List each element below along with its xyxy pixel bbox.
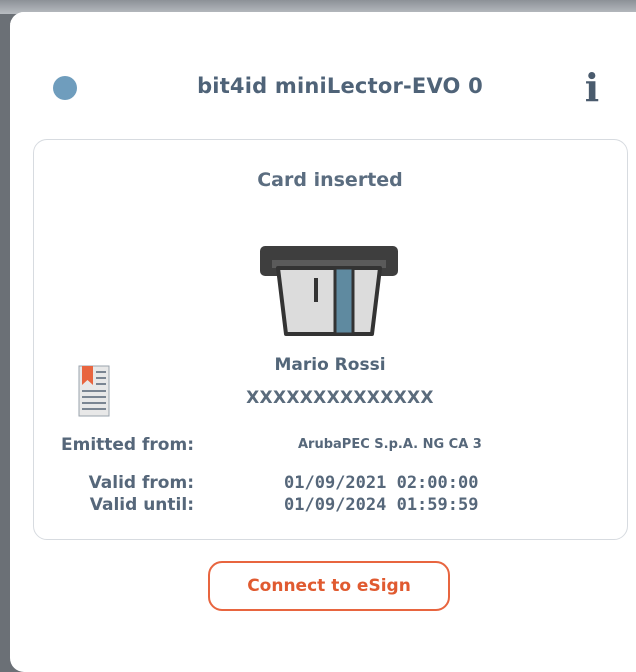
valid-from-value: 01/09/2021 02:00:00 <box>284 473 479 493</box>
card-reader-icon <box>260 246 398 336</box>
valid-until-label: Valid until: <box>89 495 194 515</box>
connect-to-esign-button[interactable]: Connect to eSign <box>208 561 450 611</box>
reader-status-dot <box>53 76 77 100</box>
reader-name: bit4id miniLector-EVO 0 <box>197 74 483 98</box>
emitted-from-label: Emitted from: <box>61 435 194 455</box>
card-holder-name: Mario Rossi <box>274 355 386 375</box>
emitted-from-value: ArubaPEC S.p.A. NG CA 3 <box>298 437 482 452</box>
valid-until-value: 01/09/2024 01:59:59 <box>284 495 479 515</box>
card-status-text: Card inserted <box>257 169 403 191</box>
card-holder-id: XXXXXXXXXXXXXX <box>246 388 434 408</box>
valid-from-label: Valid from: <box>88 473 194 493</box>
info-icon[interactable]: i <box>582 68 602 108</box>
certificate-icon <box>78 365 110 417</box>
